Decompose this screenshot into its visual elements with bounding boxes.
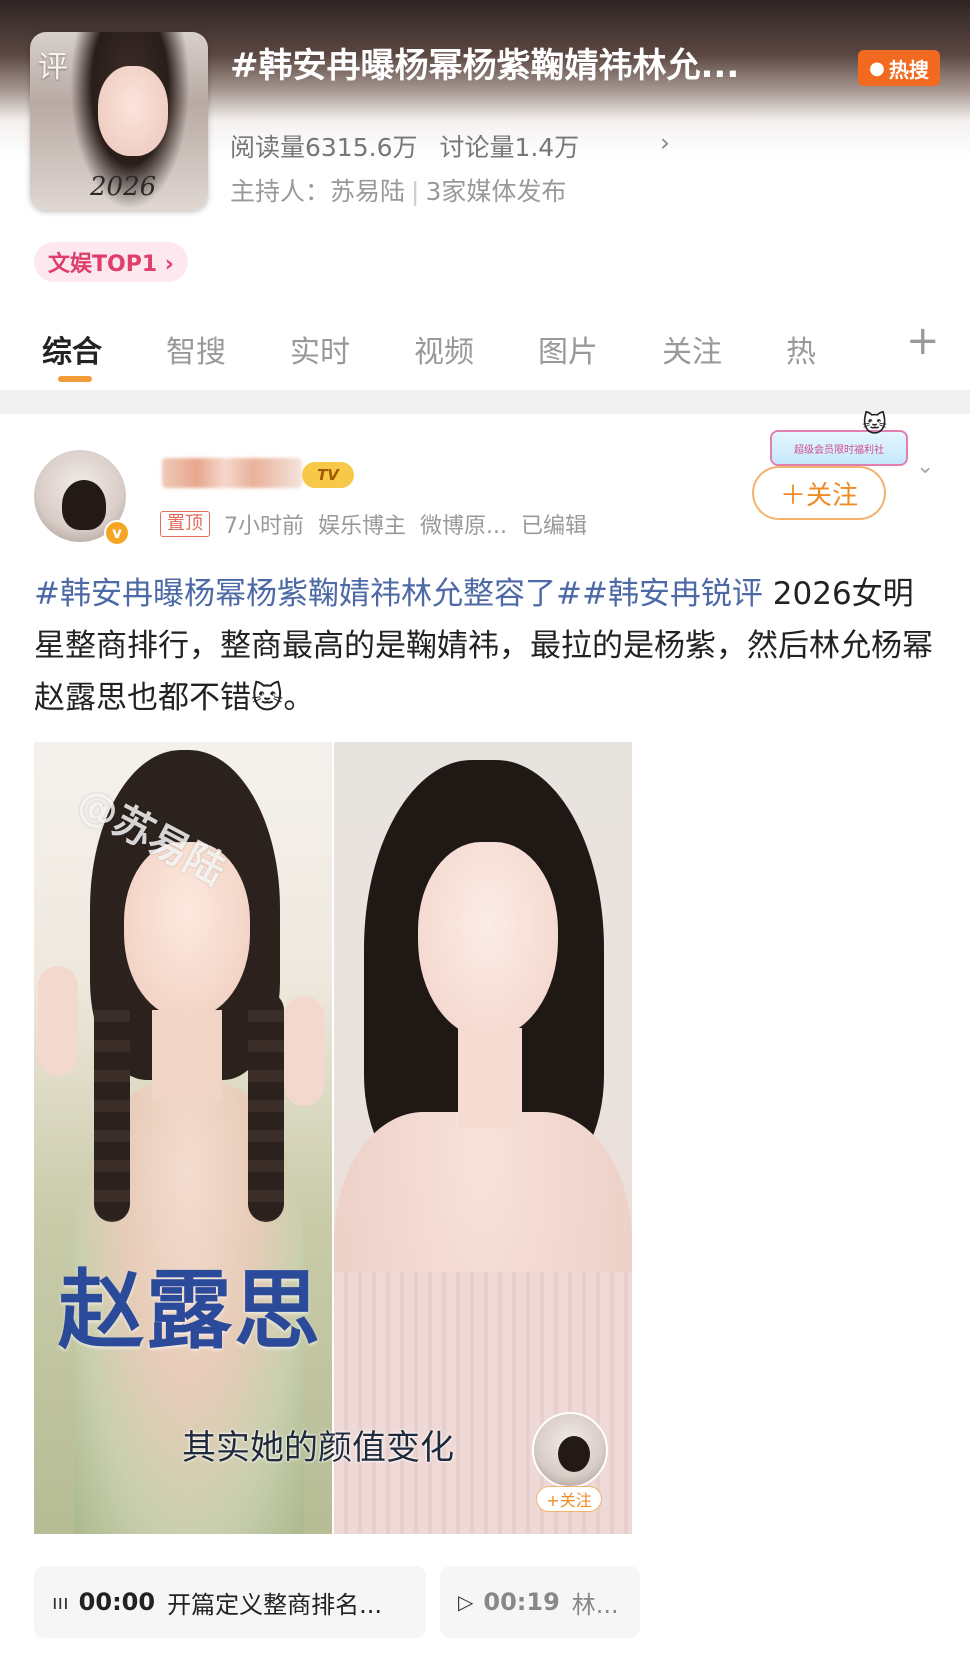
video-follow-button[interactable]: +关注 [536,1486,602,1512]
post-end: 。 [283,680,315,716]
overlay-subtitle: 其实她的颜值变化 [182,1428,454,1468]
edited-label: 已编辑 [521,514,588,539]
topic-title: #韩安冉曝杨幂杨紫鞠婧祎林允... [230,46,740,86]
video-chapter[interactable]: ııı 00:00 开篇定义整商排名... [34,1566,426,1638]
fire-icon: ● [869,57,885,79]
chapter-time: 00:00 [78,1588,156,1616]
tab-hot[interactable]: 热 [786,327,816,371]
avatar-figure [558,1436,590,1472]
host-separator: | [411,177,420,206]
cover-year: 2026 [90,172,157,202]
author-role: 娱乐博主 [318,514,407,539]
cat-emoji-icon: 🐱 [251,680,284,716]
photo-neck [152,1010,222,1100]
activity-badge[interactable]: 超级会员限时福利社 [770,430,908,466]
host-name: 主持人：苏易陆 [230,177,406,206]
tab-bar: 综合 智搜 实时 视频 图片 关注 热 [0,305,970,385]
hot-badge-label: 热搜 [888,57,929,82]
chapter-time: 00:19 [483,1588,560,1616]
post-meta: 置顶 7小时前 娱乐博主 微博原... 已编辑 [160,508,601,540]
topic-stats[interactable]: 阅读量6315.6万 讨论量1.4万 [230,128,593,164]
tab-smart-search[interactable]: 智搜 [166,327,226,371]
tab-active-indicator [58,376,92,382]
follow-button[interactable]: ＋关注 [752,466,886,520]
photo-face [418,842,558,1038]
cover-face [98,66,168,156]
hashtag-link[interactable]: #韩安冉曝杨幂杨紫鞠婧祎林允整容了# [34,576,582,612]
photo-neck [458,1028,522,1128]
read-count: 阅读量6315.6万 [230,133,418,162]
chapter-label: 林... [571,1590,619,1619]
photo-hand [38,966,78,1076]
hashtag-link-2[interactable]: #韩安冉锐评 [582,576,763,612]
add-tab-icon[interactable]: + [906,318,940,364]
tab-video[interactable]: 视频 [414,327,474,371]
photo-hand [284,996,324,1106]
post-source: 微博原... [420,514,507,539]
section-divider [0,390,970,414]
tab-images[interactable]: 图片 [538,327,598,371]
avatar-figure [62,480,106,530]
username-blurred[interactable] [162,458,302,488]
chevron-down-icon[interactable]: ⌄ [916,454,934,479]
cover-char: 评 [38,50,68,85]
hot-badge: ● 热搜 [858,50,940,86]
tab-following[interactable]: 关注 [662,327,722,371]
topic-cover-image[interactable]: 评 2026 [30,32,208,210]
chapter-label: 开篇定义整商排名... [167,1590,382,1619]
tab-realtime[interactable]: 实时 [290,327,350,371]
verified-icon: v [104,520,130,546]
overlay-title: 赵露思 [58,1260,322,1361]
photo-braid [94,992,130,1222]
play-icon: ▷ [458,1590,474,1614]
video-author-avatar[interactable] [532,1412,608,1488]
photo-braid [248,992,284,1222]
rank-badge[interactable]: 文娱TOP1 › [34,242,188,282]
post-text: #韩安冉曝杨幂杨紫鞠婧祎林允整容了##韩安冉锐评 2026女明星整商排行，整商最… [34,568,944,724]
media-count: 3家媒体发布 [425,177,567,206]
pinned-badge: 置顶 [160,511,210,537]
post-time: 7小时前 [224,514,304,539]
audio-bars-icon: ııı [52,1590,69,1614]
chevron-right-icon[interactable]: › [660,128,670,157]
hashtag-2-label: 韩安冉锐评 [607,576,763,612]
video-chapter[interactable]: ▷ 00:19 林... [440,1566,640,1638]
tv-badge: TV [302,462,354,488]
tab-comprehensive[interactable]: 综合 [42,327,102,371]
topic-host: 主持人：苏易陆 | 3家媒体发布 [230,172,566,208]
discussion-count: 讨论量1.4万 [439,133,580,162]
sticker-icon: 🐱 [862,410,888,438]
